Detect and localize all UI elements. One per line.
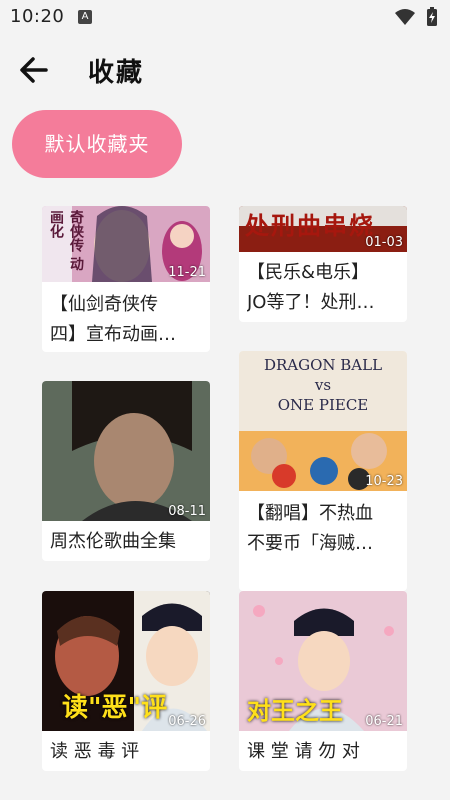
video-title: 【民乐&电乐】 JO等了！处刑… [247,258,401,318]
video-title-line-1: 【翻唱】不热血 [247,503,373,524]
video-card[interactable]: 奇侠传 动画化 11-21 【仙剑奇侠传 四】宣布动画… [42,206,210,352]
video-title-line-1: 周杰伦歌曲全集 [50,531,176,552]
video-title: 读 恶 毒 评 [50,737,204,767]
video-title: 周杰伦歌曲全集 [50,527,204,557]
thumbnail-caption: vs [314,376,332,394]
date-badge: 10-23 [365,474,403,489]
page-title: 收藏 [88,58,145,88]
arrow-left-icon [20,57,48,83]
video-card[interactable]: 处刑曲串烧 01-03 【民乐&电乐】 JO等了！处刑… [239,206,407,322]
video-thumbnail: 08-11 [42,381,210,521]
thumbnail-caption: 对王之王 [247,697,343,725]
date-badge: 11-21 [168,265,206,280]
status-bar: 10:20 A [0,0,450,34]
thumbnail-caption: DRAGON BALL [263,356,383,374]
date-badge: 06-21 [365,714,403,729]
video-title-line-1: 【民乐&电乐】 [247,262,370,283]
video-thumbnail: 处刑曲串烧 01-03 [239,206,407,252]
back-button[interactable] [14,50,54,90]
video-card[interactable]: DRAGON BALL vs ONE PIECE 10-23 【翻唱】不热血 不… [239,351,407,591]
video-title: 课 堂 请 勿 对 [247,737,401,767]
thumbnail-caption: 奇侠传 动画化 [48,210,84,271]
video-thumbnail: DRAGON BALL vs ONE PIECE 10-23 [239,351,407,491]
video-title-line-1: 读 恶 毒 评 [50,741,140,762]
video-card[interactable]: 08-11 周杰伦歌曲全集 [42,381,210,561]
date-badge: 01-03 [365,235,403,250]
header: 收藏 [0,40,450,100]
video-thumbnail: 奇侠传 动画化 11-21 [42,206,210,282]
a-icon: A [78,10,92,24]
video-thumbnail: 对王之王 06-21 [239,591,407,731]
wifi-icon [395,9,415,25]
thumbnail-caption: 读"恶"评 [62,693,168,723]
video-title-line-1: 课 堂 请 勿 对 [247,741,360,762]
video-card[interactable]: 读"恶"评 06-26 读 恶 毒 评 [42,591,210,771]
video-card[interactable]: 对王之王 06-21 课 堂 请 勿 对 [239,591,407,771]
date-badge: 08-11 [168,504,206,519]
date-badge: 06-26 [168,714,206,729]
thumbnail-caption: 处刑曲串烧 [245,212,375,240]
folder-chip-default[interactable]: 默认收藏夹 [12,110,182,178]
status-icons [394,7,438,27]
video-title: 【仙剑奇侠传 四】宣布动画… [50,290,204,350]
video-title-line-2: JO等了！处刑… [247,292,375,313]
video-title-line-2: 四】宣布动画… [50,324,176,345]
battery-charging-icon [427,7,437,26]
thumbnail-caption: ONE PIECE [277,396,369,414]
video-title: 【翻唱】不热血 不要币「海贼… [247,499,401,559]
status-time: 10:20 [10,6,65,27]
video-thumbnail: 读"恶"评 06-26 [42,591,210,731]
video-title-line-1: 【仙剑奇侠传 [50,294,158,315]
video-title-line-2: 不要币「海贼… [247,533,373,554]
